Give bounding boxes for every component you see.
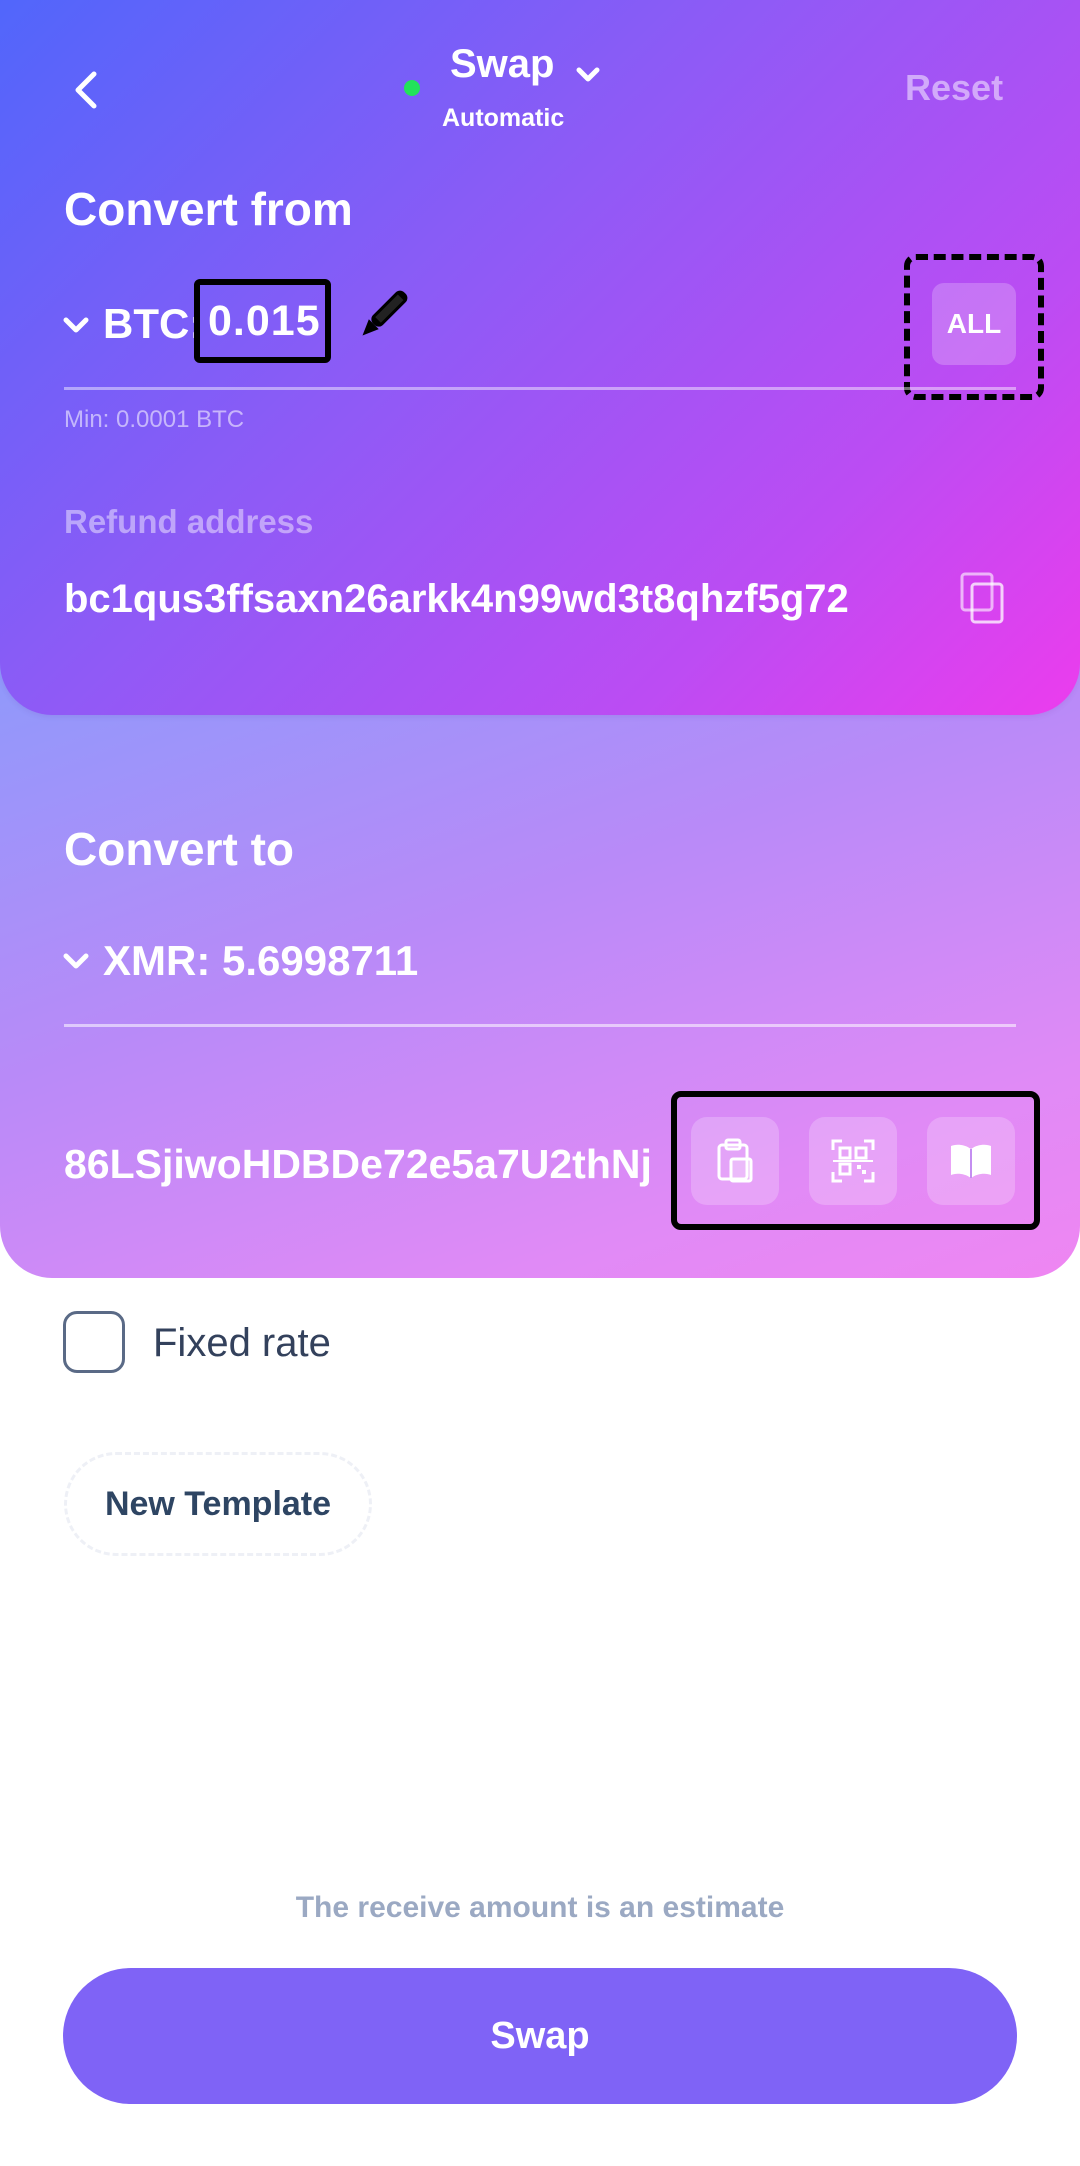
pencil-icon[interactable] — [350, 282, 416, 348]
fixed-rate-checkbox[interactable] — [63, 1311, 125, 1373]
fixed-rate-label[interactable]: Fixed rate — [153, 1321, 331, 1366]
to-currency-amount[interactable]: XMR: 5.6998711 — [103, 937, 418, 985]
refund-address-field[interactable]: bc1qus3ffsaxn26arkk4n99wd3t8qhzf5g72 — [64, 577, 892, 622]
qr-scan-icon — [831, 1139, 875, 1183]
paste-button[interactable] — [691, 1117, 779, 1205]
reset-button[interactable]: Reset — [905, 67, 1003, 109]
refund-address-label: Refund address — [64, 503, 314, 540]
book-icon — [951, 1144, 991, 1178]
back-button[interactable] — [58, 60, 118, 120]
receive-address-field[interactable]: 86LSjiwoHDBDe72e5a7U2thNj — [64, 1141, 672, 1188]
convert-from-title: Convert from — [64, 183, 353, 235]
status-dot — [404, 80, 420, 96]
from-amount-input[interactable]: 0.015 — [208, 297, 321, 346]
scan-qr-button[interactable] — [809, 1117, 897, 1205]
convert-to-title: Convert to — [64, 823, 294, 875]
page-title[interactable]: Swap — [450, 42, 554, 87]
divider — [64, 1024, 1016, 1027]
all-amount-button[interactable]: ALL — [932, 283, 1016, 365]
min-amount-text: Min: 0.0001 BTC — [64, 406, 245, 433]
swap-button[interactable]: Swap — [63, 1968, 1017, 2104]
chevron-down-icon[interactable] — [62, 316, 90, 336]
copy-icon[interactable] — [958, 572, 1006, 624]
clipboard-icon — [717, 1138, 753, 1183]
mode-subtitle: Automatic — [442, 104, 565, 132]
chevron-down-icon[interactable] — [62, 952, 90, 972]
from-currency-selector[interactable]: BTC: — [103, 300, 203, 348]
chevron-down-icon[interactable] — [574, 64, 602, 86]
estimate-notice: The receive amount is an estimate — [295, 1891, 785, 1924]
new-template-button[interactable]: New Template — [64, 1452, 372, 1556]
address-book-button[interactable] — [927, 1117, 1015, 1205]
divider — [64, 387, 1016, 390]
chevron-left-icon — [75, 71, 97, 109]
